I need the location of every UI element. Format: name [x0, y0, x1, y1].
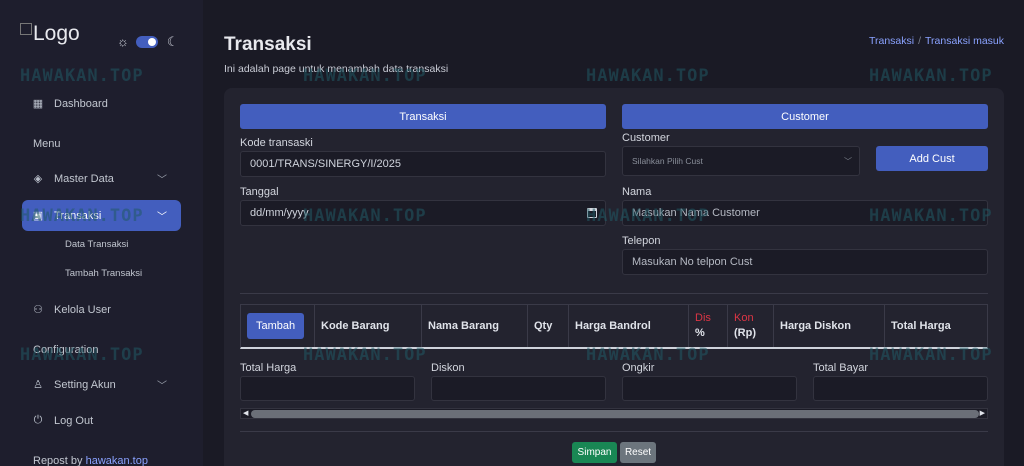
nama-input[interactable]: Masukan Nama Customer [622, 200, 988, 226]
page-title: Transaksi [224, 34, 312, 55]
person-gear-icon: ♙ [33, 379, 43, 391]
chevron-down-icon: ﹀ [844, 156, 852, 166]
add-cust-button[interactable]: Add Cust [876, 146, 988, 171]
tambah-button[interactable]: Tambah [247, 313, 305, 339]
sidebar-item-master-data[interactable]: ◈ Master Data ﹀ [22, 163, 181, 194]
breadcrumb: Transaksi / Transaksi masuk [869, 35, 1004, 47]
chevron-down-icon: ﹀ [157, 381, 167, 392]
total-harga-input[interactable] [240, 376, 415, 401]
scroll-left-icon[interactable]: ◀ [243, 409, 248, 417]
breadcrumb-item-transaksi-masuk[interactable]: Transaksi masuk [925, 35, 1004, 47]
reset-button[interactable]: Reset [620, 442, 656, 463]
logo[interactable]: Logo [20, 22, 80, 46]
th-diskon-persen: Dis% [689, 305, 728, 347]
kode-transaksi-field[interactable]: 0001/TRANS/SINERGY/I/2025 [240, 151, 606, 177]
total-bayar-input[interactable] [813, 376, 988, 401]
ongkir-input[interactable] [622, 376, 797, 401]
dark-mode-toggle[interactable] [135, 35, 158, 48]
customer-select[interactable]: Silahkan Pilih Cust ﹀ [622, 146, 860, 176]
th-total-harga: Total Harga [891, 320, 951, 332]
th-harga-bandrol: Harga Bandrol [569, 305, 689, 347]
tanggal-placeholder: dd/mm/yyyy [250, 207, 309, 219]
sidebar-item-log-out[interactable]: ⏻ Log Out [22, 405, 181, 436]
chevron-down-icon: ﹀ [157, 212, 167, 223]
menu-heading: Menu [33, 138, 61, 150]
items-table-header: Tambah Kode Barang Nama Barang Qty Harga… [240, 304, 988, 349]
sidebar-item-label: Dashboard [54, 97, 108, 110]
scroll-right-icon[interactable]: ▶ [980, 409, 985, 417]
transaksi-section-header: Transaksi [240, 104, 606, 129]
stack-icon: ◈ [33, 173, 43, 185]
watermark: HAWAKAN.TOP [869, 66, 993, 86]
sidebar-item-label: Master Data [54, 172, 114, 185]
page-subtitle: Ini adalah page untuk menambah data tran… [224, 63, 449, 75]
calendar-icon[interactable] [587, 208, 597, 218]
tanggal-date-input[interactable]: dd/mm/yyyy [240, 200, 606, 226]
sidebar: Logo ☼ ☾ ▦ Dashboard Menu ◈ Master Data … [0, 0, 203, 466]
watermark: HAWAKAN.TOP [586, 66, 710, 86]
th-dis-unit: % [695, 327, 705, 339]
power-icon: ⏻ [33, 414, 43, 426]
th-kon-unit: (Rp) [734, 327, 756, 339]
th-kon-label: Kon [734, 312, 754, 324]
telepon-label: Telepon [622, 235, 661, 247]
th-action: Tambah [241, 305, 315, 347]
sidebar-item-setting-akun[interactable]: ♙ Setting Akun ﹀ [22, 369, 181, 400]
breadcrumb-item-transaksi[interactable]: Transaksi [869, 35, 914, 47]
sun-icon: ☼ [117, 34, 129, 49]
repost-prefix: Repost by [33, 455, 83, 466]
th-qty: Qty [528, 305, 569, 347]
diskon-input[interactable] [431, 376, 606, 401]
cash-icon: ▣ [32, 210, 44, 222]
logo-text: Logo [33, 22, 80, 45]
broken-image-icon [20, 23, 32, 35]
nama-label: Nama [622, 186, 652, 198]
th-harga-diskon: Harga Diskon [774, 305, 885, 347]
submenu-tambah-transaksi[interactable]: Tambah Transaksi [65, 268, 142, 279]
chevron-down-icon: ﹀ [157, 175, 167, 186]
customer-select-placeholder: Silahkan Pilih Cust [632, 156, 703, 166]
tanggal-label: Tanggal [240, 186, 279, 198]
theme-switcher: ☼ ☾ [117, 35, 179, 48]
customer-section-header: Customer [622, 104, 988, 129]
moon-icon: ☾ [166, 34, 179, 49]
scroll-thumb[interactable] [251, 410, 979, 418]
telepon-input[interactable]: Masukan No telpon Cust [622, 249, 988, 275]
divider [240, 431, 988, 432]
sidebar-item-dashboard[interactable]: ▦ Dashboard [22, 88, 181, 119]
th-kode-barang: Kode Barang [315, 305, 422, 347]
simpan-button[interactable]: Simpan [572, 442, 617, 463]
diskon-label: Diskon [431, 362, 465, 374]
sidebar-item-label: Transaksi [54, 209, 102, 222]
sidebar-item-label: Log Out [54, 414, 94, 427]
repost-credit: Repost by hawakan.top [33, 455, 148, 466]
ongkir-label: Ongkir [622, 362, 655, 374]
sidebar-item-kelola-user[interactable]: ⚇ Kelola User [22, 294, 181, 325]
sidebar-item-transaksi[interactable]: ▣ Transaksi ﹀ [22, 200, 181, 231]
customer-label: Customer [622, 132, 670, 144]
submenu-data-transaksi[interactable]: Data Transaksi [65, 239, 128, 250]
kode-transaksi-label: Kode transaski [240, 137, 313, 149]
total-harga-label: Total Harga [240, 362, 297, 374]
divider [240, 293, 988, 294]
th-konversi-rp: Kon (Rp) [728, 305, 774, 347]
sidebar-item-label: Kelola User [54, 303, 111, 316]
people-icon: ⚇ [33, 304, 43, 316]
th-nama-barang: Nama Barang [422, 305, 528, 347]
configuration-heading: Configuration [33, 344, 99, 356]
sidebar-item-label: Setting Akun [54, 378, 116, 391]
horizontal-scrollbar[interactable]: ◀ ▶ [240, 408, 988, 419]
grid-icon: ▦ [32, 98, 44, 110]
breadcrumb-separator: / [918, 35, 922, 47]
th-dis-label: Dis [695, 312, 711, 324]
total-bayar-label: Total Bayar [813, 362, 869, 374]
repost-link[interactable]: hawakan.top [86, 455, 148, 466]
